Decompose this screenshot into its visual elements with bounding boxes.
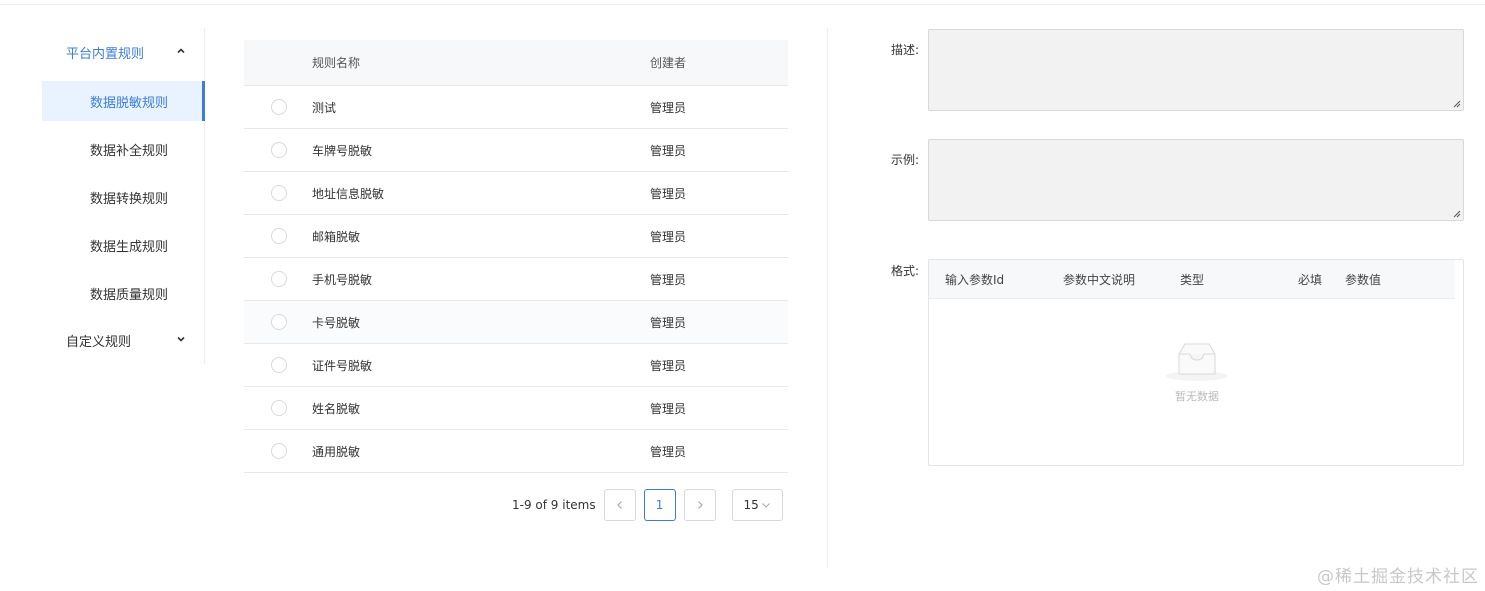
menu-item-label: 数据脱敏规则 [90,95,169,111]
resize-grip-icon[interactable] [1453,210,1461,218]
row-radio[interactable] [271,271,287,287]
creator-cell: 管理员 [650,272,687,287]
resize-grip-icon[interactable] [1453,100,1461,108]
rules-table: 规则名称 创建者 测试 管理员 车牌号脱敏 管理员 地址信息脱敏 管理员 邮箱脱… [244,40,788,473]
example-textarea[interactable] [928,139,1464,221]
menu-item-label: 数据生成规则 [90,239,169,255]
header-param-id: 输入参数Id [945,272,1005,287]
rule-name-cell: 手机号脱敏 [312,272,373,287]
table-row[interactable]: 测试 管理员 [244,86,788,129]
next-page-button[interactable] [683,489,716,521]
rule-sidebar: 平台内置规则 数据脱敏规则 数据补全规则 数据转换规则 数据生成规则 数据质量规… [42,28,205,364]
rule-name-cell: 证件号脱敏 [312,358,373,373]
creator-cell: 管理员 [650,143,687,158]
row-radio[interactable] [271,142,287,158]
table-row[interactable]: 车牌号脱敏 管理员 [244,129,788,172]
menu-group-label: 自定义规则 [66,334,132,350]
menu-item-data-masking-rules[interactable]: 数据脱敏规则 [42,81,205,121]
empty-text: 暂无数据 [1175,390,1219,403]
row-radio[interactable] [271,185,287,201]
header-param-desc: 参数中文说明 [1063,272,1136,287]
format-label: 格式: [891,264,920,278]
page-size-value: 15 [743,498,759,512]
table-row[interactable]: 地址信息脱敏 管理员 [244,172,788,215]
chevron-up-icon [177,48,185,54]
example-label: 示例: [891,153,920,167]
menu-group-builtin-rules[interactable]: 平台内置规则 [42,28,205,76]
creator-cell: 管理员 [650,186,687,201]
table-header: 规则名称 创建者 [244,40,788,86]
chevron-left-icon [616,501,622,509]
header-param-value: 参数值 [1345,272,1382,287]
pagination: 1-9 of 9 items 1 15 [508,489,783,521]
rule-name-cell: 邮箱脱敏 [312,229,361,244]
menu-group-custom-rules[interactable]: 自定义规则 [42,316,205,364]
header-required: 必填 [1298,272,1323,287]
table-row[interactable]: 卡号脱敏 管理员 [244,301,788,344]
rule-name-cell: 车牌号脱敏 [312,143,373,158]
row-radio[interactable] [271,357,287,373]
top-divider [0,4,1485,5]
empty-state: 暂无数据 [929,340,1465,404]
description-textarea[interactable] [928,29,1464,111]
rule-name-cell: 地址信息脱敏 [312,186,385,201]
row-radio[interactable] [271,400,287,416]
creator-cell: 管理员 [650,358,687,373]
format-params-table: 输入参数Id 参数中文说明 类型 必填 参数值 暂无数据 [928,259,1464,466]
table-row[interactable]: 手机号脱敏 管理员 [244,258,788,301]
rule-name-cell: 测试 [312,100,337,115]
description-label: 描述: [891,43,920,57]
rule-name-cell: 姓名脱敏 [312,401,361,416]
page-button-current[interactable]: 1 [643,489,676,521]
panel-divider [827,28,828,568]
menu-group-label: 平台内置规则 [66,46,145,62]
row-radio[interactable] [271,443,287,459]
menu-item-data-generation-rules[interactable]: 数据生成规则 [42,225,205,265]
header-type: 类型 [1180,272,1205,287]
row-radio[interactable] [271,314,287,330]
creator-cell: 管理员 [650,315,687,330]
header-creator: 创建者 [650,56,687,70]
watermark: @稀土掘金技术社区 [1317,567,1479,587]
menu-item-data-conversion-rules[interactable]: 数据转换规则 [42,177,205,217]
empty-inbox-icon [1166,343,1228,381]
table-row[interactable]: 姓名脱敏 管理员 [244,387,788,430]
chevron-down-icon [177,336,185,342]
menu-item-label: 数据补全规则 [90,143,169,159]
menu-item-label: 数据质量规则 [90,287,169,303]
menu-item-data-completion-rules[interactable]: 数据补全规则 [42,129,205,169]
rule-name-cell: 通用脱敏 [312,444,361,459]
creator-cell: 管理员 [650,401,687,416]
pagination-total: 1-9 of 9 items [512,498,596,512]
table-row[interactable]: 邮箱脱敏 管理员 [244,215,788,258]
menu-item-data-quality-rules[interactable]: 数据质量规则 [42,273,205,313]
menu-item-label: 数据转换规则 [90,191,169,207]
chevron-down-icon [761,503,770,508]
rule-name-cell: 卡号脱敏 [312,315,361,330]
creator-cell: 管理员 [650,100,687,115]
header-rule-name: 规则名称 [312,56,361,70]
creator-cell: 管理员 [650,444,687,459]
prev-page-button[interactable] [603,489,636,521]
row-radio[interactable] [271,228,287,244]
chevron-right-icon [697,501,703,509]
row-radio[interactable] [271,99,287,115]
format-table-header: 输入参数Id 参数中文说明 类型 必填 参数值 [929,260,1455,299]
creator-cell: 管理员 [650,229,687,244]
table-row[interactable]: 证件号脱敏 管理员 [244,344,788,387]
page-size-select[interactable]: 15 [731,489,783,521]
table-row[interactable]: 通用脱敏 管理员 [244,430,788,473]
